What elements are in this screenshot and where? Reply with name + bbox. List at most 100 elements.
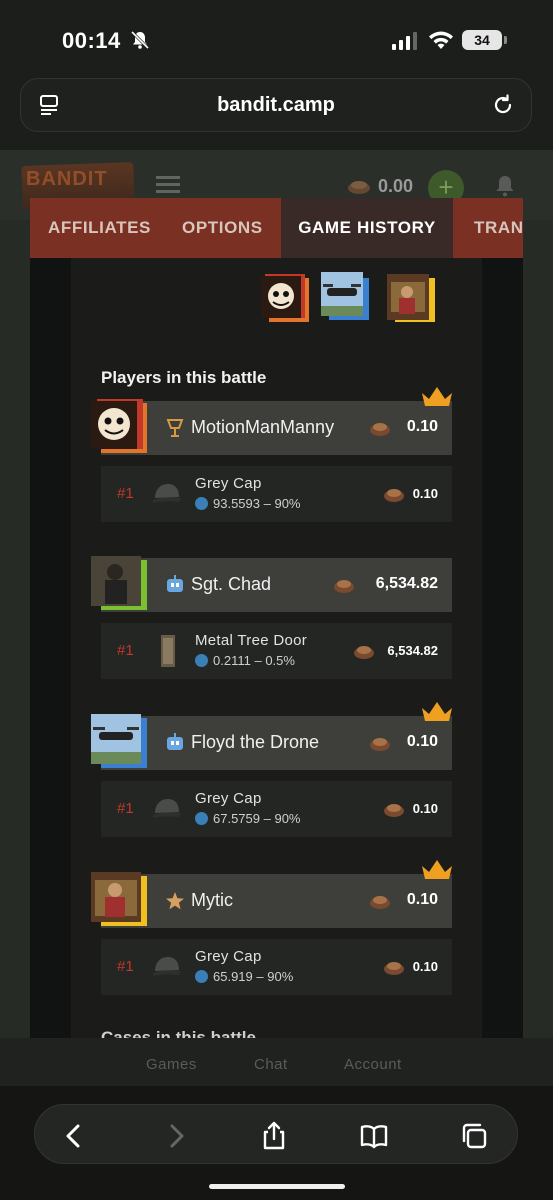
tab-game-history[interactable]: GAME HISTORY <box>281 198 453 258</box>
item-chance: 90% <box>274 496 301 511</box>
item-chance: 90% <box>274 811 301 826</box>
trophy-rank-icon <box>166 419 184 437</box>
status-bar: 00:14 34 <box>0 0 553 78</box>
scrap-currency-icon <box>384 489 404 502</box>
battery-indicator: 34 <box>462 30 507 50</box>
item-chance: 0.5% <box>265 653 295 668</box>
item-name: Grey Cap <box>195 475 262 492</box>
item-chance: 90% <box>267 969 294 984</box>
item-row[interactable]: #1 Metal Tree Door 0.2111 – 0.5% 6,534.8… <box>101 623 452 679</box>
tabs-icon[interactable] <box>459 1121 489 1151</box>
tab-affiliates[interactable]: AFFILIATES <box>48 198 151 258</box>
player-row[interactable]: Floyd the Drone 0.10 <box>91 702 452 770</box>
player-name: Floyd the Drone <box>191 732 320 752</box>
nav-chat[interactable]: Chat <box>254 1056 288 1073</box>
item-value: 0.10 <box>412 959 438 974</box>
scrap-currency-icon <box>384 962 404 975</box>
tab-transactions[interactable]: TRANS <box>474 198 523 258</box>
scrap-currency-icon <box>348 181 370 194</box>
participant-avatar <box>261 274 309 322</box>
participant-avatar <box>387 274 435 322</box>
bot-icon <box>167 575 183 592</box>
item-row[interactable]: #1 Grey Cap 65.919 – 90% 0.10 <box>101 939 452 995</box>
share-icon[interactable] <box>259 1121 289 1151</box>
participant-avatar <box>321 272 369 320</box>
player-total-value: 0.10 <box>406 733 438 750</box>
item-value: 0.10 <box>412 801 438 816</box>
item-ticket: 65.919 <box>213 969 253 984</box>
back-icon[interactable] <box>59 1121 89 1151</box>
section-title-players: Players in this battle <box>101 368 267 387</box>
bell-off-icon <box>130 30 150 50</box>
screen: 00:14 34 bandit.camp BANDIT 0.00 + AFFIL… <box>0 0 553 1200</box>
ticket-icon <box>195 497 208 510</box>
bookmarks-icon[interactable] <box>359 1121 389 1151</box>
signal-icon <box>392 32 417 50</box>
player-total-value: 0.10 <box>406 418 438 435</box>
item-name: Grey Cap <box>195 790 262 807</box>
item-rank: #1 <box>117 958 134 975</box>
nav-games[interactable]: Games <box>146 1056 197 1073</box>
hamburger-menu-icon[interactable] <box>156 176 180 194</box>
tab-options[interactable]: OPTIONS <box>182 198 263 258</box>
item-name: Grey Cap <box>195 948 262 965</box>
player-row[interactable]: Sgt. Chad 6,534.82 <box>91 556 452 612</box>
item-ticket-stat: 67.5759 – 90% <box>195 811 301 826</box>
scrap-currency-icon <box>370 423 390 436</box>
ticket-icon <box>195 970 208 983</box>
item-value: 0.10 <box>412 486 438 501</box>
site-logo-text: BANDIT <box>26 168 108 190</box>
ticket-icon <box>195 654 208 667</box>
grey-cap-icon <box>153 799 181 818</box>
winner-crown-icon <box>422 387 452 406</box>
item-ticket-stat: 93.5593 – 90% <box>195 496 301 511</box>
item-ticket-stat: 65.919 – 90% <box>195 969 293 984</box>
item-row[interactable]: #1 Grey Cap 93.5593 – 90% 0.10 <box>101 466 452 522</box>
scrap-currency-icon <box>384 804 404 817</box>
balance-amount: 0.00 <box>378 176 414 196</box>
nav-account[interactable]: Account <box>344 1056 402 1073</box>
item-ticket-stat: 0.2111 – 0.5% <box>195 653 295 668</box>
player-avatar <box>91 556 147 610</box>
player-name: MotionManManny <box>191 417 335 437</box>
grey-cap-icon <box>153 484 181 503</box>
section-title-cases: Cases in this battle <box>101 1028 256 1038</box>
battle-details-panel: Players in this battle MotionManManny 0.… <box>71 258 482 1038</box>
forward-icon[interactable] <box>161 1121 191 1151</box>
item-row[interactable]: #1 Grey Cap 67.5759 – 90% 0.10 <box>101 781 452 837</box>
scrap-currency-icon <box>370 896 390 909</box>
site-bottom-nav: Games Chat Account <box>0 1038 553 1086</box>
browser-toolbar-pill <box>34 1104 518 1164</box>
browser-toolbar <box>0 1086 553 1200</box>
player-avatar <box>91 399 147 453</box>
item-rank: #1 <box>117 485 134 502</box>
reload-icon[interactable] <box>491 93 515 117</box>
winner-crown-icon <box>422 860 452 879</box>
status-time: 00:14 <box>62 28 121 53</box>
ticket-icon <box>195 812 208 825</box>
item-rank: #1 <box>117 642 134 659</box>
wifi-icon <box>429 31 453 49</box>
scrap-currency-icon <box>354 646 374 659</box>
url-text[interactable]: bandit.camp <box>21 94 531 117</box>
item-ticket: 93.5593 <box>213 496 260 511</box>
player-row[interactable]: MotionManManny 0.10 <box>91 387 452 455</box>
account-modal: AFFILIATES OPTIONS GAME HISTORY TRANS <box>30 198 523 1038</box>
player-total-value: 0.10 <box>406 891 438 908</box>
item-ticket: 0.2111 <box>213 653 251 668</box>
player-avatar <box>91 714 147 768</box>
item-value: 6,534.82 <box>387 643 438 658</box>
player-name: Mytic <box>191 890 233 910</box>
notification-bell-icon[interactable] <box>494 174 516 198</box>
home-indicator <box>209 1184 345 1189</box>
item-ticket: 67.5759 <box>213 811 260 826</box>
item-rank: #1 <box>117 800 134 817</box>
address-bar[interactable]: bandit.camp <box>20 78 532 132</box>
player-row[interactable]: Mytic 0.10 <box>91 860 452 928</box>
star-rank-icon <box>166 892 184 910</box>
player-avatar <box>91 872 147 926</box>
player-name: Sgt. Chad <box>191 574 272 594</box>
winner-crown-icon <box>422 702 452 721</box>
bot-icon <box>167 733 183 750</box>
metal-tree-door-icon <box>161 635 175 667</box>
